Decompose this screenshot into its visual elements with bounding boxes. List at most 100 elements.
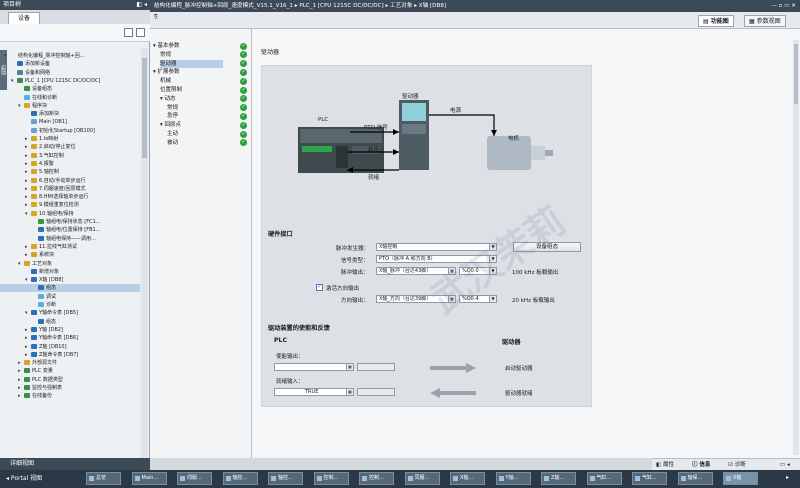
tree-item[interactable]: ▸ 2.启动/停止复位 — [0, 143, 140, 151]
tree-item[interactable]: 轴组电保持——调用... — [0, 235, 140, 243]
tree-item[interactable]: 新增对象 — [0, 268, 140, 276]
taskbar-arrow-icon[interactable]: ▸ — [786, 474, 789, 481]
tree-item[interactable]: 轴组电/位置保持 [FB1... — [0, 226, 140, 234]
tree-item[interactable]: ▸ PLC 变量 — [0, 367, 140, 375]
browse-icon[interactable]: ▦ — [346, 364, 353, 370]
taskbar-item-label: 气缸... — [596, 475, 612, 481]
taskbar-item[interactable]: 同服... — [404, 472, 440, 485]
window-controls-icon[interactable]: — ▫ ▭ ✕ — [771, 0, 796, 12]
tree-item[interactable]: ▸ 监控与强制表 — [0, 384, 140, 392]
tree-item[interactable]: 添加新块 — [0, 110, 140, 118]
taskbar-item[interactable]: 控制... — [359, 472, 394, 485]
tab-properties[interactable]: ◧ 属性 — [656, 461, 674, 469]
tree-item[interactable]: ▸ 4.报警 — [0, 160, 140, 168]
taskbar-item[interactable]: 轴控... — [222, 472, 258, 485]
nav-item[interactable]: 常规 — [167, 104, 223, 112]
content-scrollbar[interactable] — [793, 40, 799, 455]
tree-item[interactable]: ▸ 8.HMI选择轴单步运行 — [0, 193, 140, 201]
tree-item[interactable]: ▾ 结构化编程_脉冲控制轴+回... — [0, 52, 140, 60]
tree-item[interactable]: 轴组电/保持状态 [FC1... — [0, 218, 140, 226]
tree-item[interactable]: ▸ PLC 数据类型 — [0, 376, 140, 384]
tree-item[interactable]: 组态 — [0, 284, 140, 293]
tree-item[interactable]: ▸ 9.模组重复位检测 — [0, 201, 140, 209]
tree-item[interactable]: 调试 — [0, 293, 140, 301]
grid-view-icon[interactable] — [124, 28, 133, 37]
tree-item[interactable]: 设备组态 — [0, 85, 140, 93]
tree-item[interactable]: Main [OB1] — [0, 118, 140, 126]
project-tree-title-text: 项目树 — [3, 1, 22, 8]
nav-item[interactable]: 主动 — [167, 130, 223, 138]
tree-scrollbar[interactable] — [141, 48, 148, 458]
tree-item[interactable]: ▸ Y轴 [DB2] — [0, 326, 140, 334]
taskbar-item[interactable]: 轴控... — [268, 472, 303, 485]
taskbar-item[interactable]: Z轴... — [541, 472, 576, 485]
taskbar-item[interactable]: 伺服... — [177, 472, 212, 485]
tree-item[interactable]: 组态 — [0, 318, 140, 326]
nav-item[interactable]: 常规 — [160, 51, 223, 59]
tree-item[interactable]: 在线和诊断 — [0, 94, 140, 102]
tree-item[interactable]: ▸ 6.自动/手动单步运行 — [0, 177, 140, 185]
refresh-icon[interactable] — [136, 28, 145, 37]
enable-address-field[interactable] — [357, 363, 395, 371]
tree-item[interactable]: 设备和网络 — [0, 69, 140, 77]
taskbar-item[interactable]: 轴保... — [677, 472, 713, 485]
tree-item[interactable]: ▾ 程序块 — [0, 102, 140, 110]
tree-item[interactable]: ▸ Z轴 [DB10] — [0, 343, 140, 351]
tree-item[interactable]: ▾ Y轴命令表 [DB5] — [0, 309, 140, 317]
tab-devices[interactable]: 设备 — [8, 12, 40, 24]
tree-item[interactable]: ▸ 7.伺服速度/回原模式 — [0, 185, 140, 193]
portal-view-button[interactable]: ◂ Portal 视图 — [6, 471, 42, 487]
taskbar-item[interactable]: 气缸... — [586, 472, 622, 485]
tree-item[interactable]: ▾ 工艺对象 — [0, 260, 140, 268]
tree-item[interactable]: ▸ 5.轴控制 — [0, 168, 140, 176]
tree-item[interactable]: ▾ PLC_1 [CPU 1215C DC/DC/DC] — [0, 77, 140, 85]
taskbar-item[interactable]: 气缸... — [632, 472, 667, 485]
tab-info[interactable]: ⓘ 信息 — [692, 461, 710, 469]
tab-diagnostics[interactable]: ☑ 诊断 — [728, 461, 746, 469]
nav-item[interactable]: 机械 — [160, 77, 223, 85]
enable-out-field[interactable]: ▦ — [274, 363, 354, 371]
nav-item[interactable]: 驱动器 — [160, 59, 223, 68]
taskbar-item[interactable]: X轴... — [450, 472, 485, 485]
nav-item[interactable]: ▾ 基本参数 — [153, 42, 223, 50]
nav-item[interactable]: ▾ 扩展参数 — [153, 68, 223, 76]
taskbar-item[interactable]: Main... — [131, 472, 167, 485]
nav-item[interactable]: ▾ 回原点 — [160, 121, 223, 129]
detail-view-header[interactable]: 详细视图 — [0, 458, 150, 470]
nav-item-label: 位置限制 — [160, 87, 183, 93]
tree-item[interactable]: 初始化Startup [OB100] — [0, 127, 140, 135]
nav-item[interactable]: 被动 — [167, 139, 223, 147]
taskbar-item[interactable]: 总览 — [86, 472, 121, 485]
editor-icon — [635, 476, 640, 481]
taskbar-item[interactable]: X轴 — [723, 472, 758, 485]
tab-parameter-view[interactable]: ▦ 参数视图 — [744, 15, 786, 27]
dir-output-checkbox[interactable]: ✓ — [316, 284, 323, 291]
tree-item[interactable]: ▸ 3.气缸控制 — [0, 152, 140, 160]
chevron-down-icon[interactable]: ▼ — [489, 296, 496, 302]
tree-item[interactable]: ▸ 系统块 — [0, 251, 140, 259]
browse-icon[interactable]: ▦ — [346, 389, 353, 395]
toolbar-icon[interactable]: ⎘ — [154, 14, 158, 20]
tree-item[interactable]: ▾ 10.轴组电/保持 — [0, 210, 140, 218]
tree-item[interactable]: ▸ 1.Io映射 — [0, 135, 140, 143]
tree-item[interactable]: 诊断 — [0, 301, 140, 309]
tree-item[interactable]: ▸ 外部源文件 — [0, 359, 140, 367]
tree-scrollbar-thumb[interactable] — [142, 58, 147, 158]
ready-address-field[interactable] — [357, 388, 395, 396]
panel-controls-icon[interactable]: ▭ ◂ — [780, 461, 790, 469]
nav-item[interactable]: 急停 — [167, 112, 223, 120]
panel-controls-icon[interactable]: ◧ ◂ — [136, 0, 147, 10]
taskbar-item[interactable]: 控制... — [313, 472, 349, 485]
ready-in-field[interactable]: TRUE ▦ — [274, 388, 354, 396]
tree-item[interactable]: ▸ Z轴命令表 [DB7] — [0, 351, 140, 359]
nav-item[interactable]: ▾ 动态 — [160, 95, 223, 103]
taskbar-item[interactable]: Y轴... — [495, 472, 531, 485]
tree-item[interactable]: ▾ X轴 [DB8] — [0, 276, 140, 284]
tab-functional-view[interactable]: ▤ 功能图 — [698, 15, 734, 27]
nav-item[interactable]: 位置限制 — [160, 86, 223, 94]
tree-item[interactable]: ▸ 在线备份 — [0, 392, 140, 400]
content-scrollbar-thumb[interactable] — [794, 44, 798, 104]
tree-item[interactable]: ▸ 11.拉线气缸测试 — [0, 243, 140, 251]
tree-item[interactable]: ▸ Y轴命令表 [DB6] — [0, 334, 140, 342]
tree-item[interactable]: 添加新设备 — [0, 60, 140, 68]
